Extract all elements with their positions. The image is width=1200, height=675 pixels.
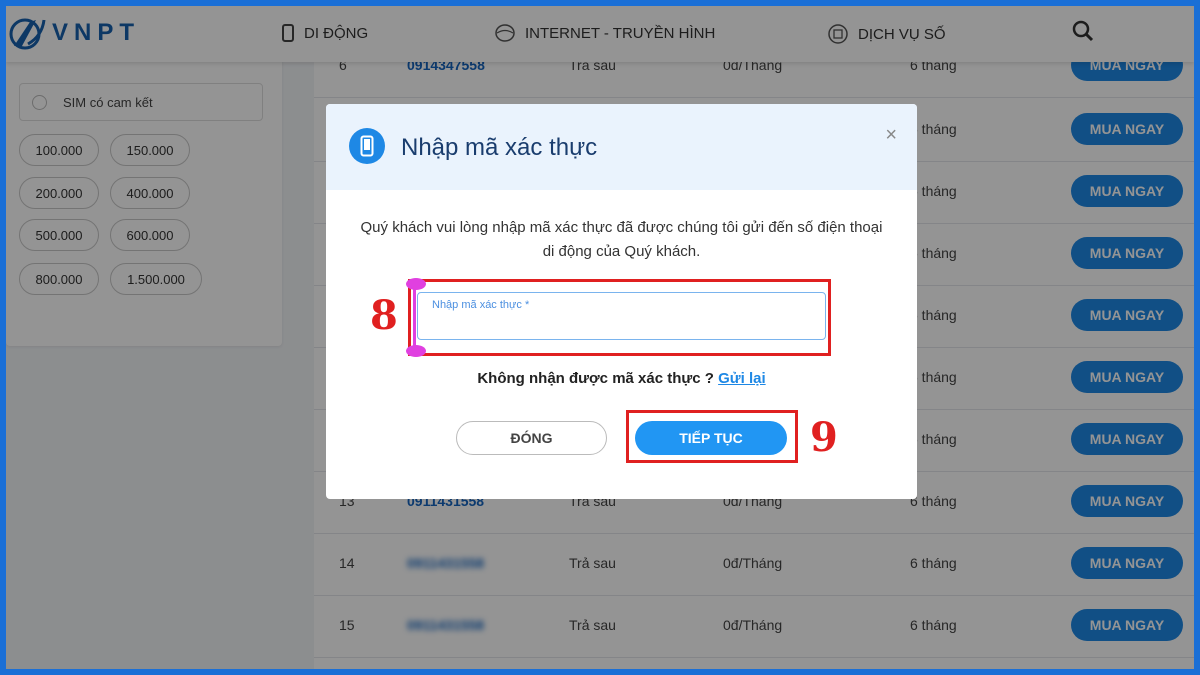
modal-header: Nhập mã xác thực ×	[326, 104, 917, 190]
resend-row: Không nhận được mã xác thực ? Gửi lại	[326, 370, 917, 387]
resend-text: Không nhận được mã xác thực ?	[477, 370, 714, 387]
app-frame: VNPT DI ĐỘNG INTERNET - TRUYỀN HÌNH DỊCH…	[6, 6, 1194, 669]
smartphone-icon	[349, 128, 385, 164]
close-button[interactable]: ĐÓNG	[456, 421, 607, 455]
resend-link[interactable]: Gửi lại	[718, 370, 766, 387]
annotation-marker-dot	[406, 278, 426, 290]
annotation-marker	[413, 285, 416, 351]
modal-description: Quý khách vui lòng nhập mã xác thực đã đ…	[360, 219, 883, 260]
annotation-marker-dot	[406, 345, 426, 357]
close-icon[interactable]: ×	[885, 124, 897, 147]
annotation-box-step8	[408, 279, 831, 356]
modal-title: Nhập mã xác thực	[401, 134, 598, 161]
annotation-box-step9	[626, 410, 798, 463]
annotation-step8: 8	[370, 292, 398, 339]
annotation-step9: 9	[810, 414, 838, 461]
